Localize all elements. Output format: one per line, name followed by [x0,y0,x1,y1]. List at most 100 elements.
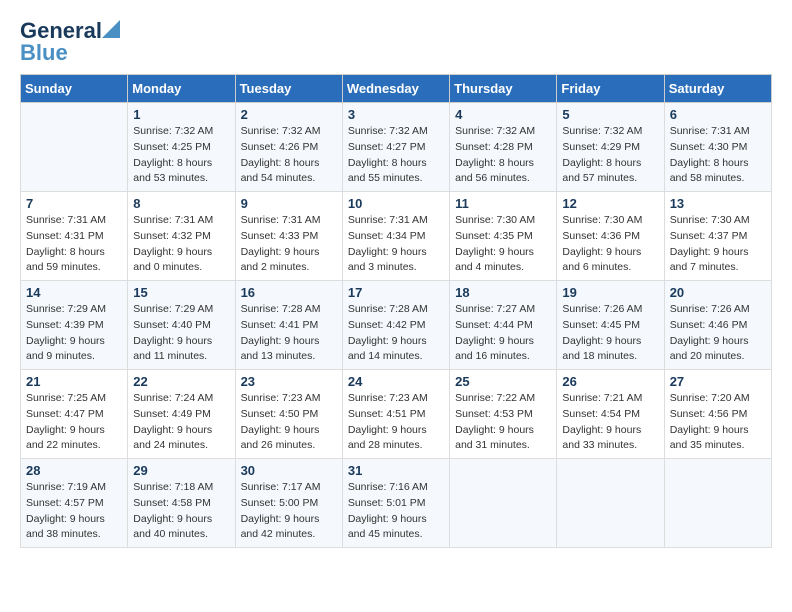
calendar-cell: 19 Sunrise: 7:26 AM Sunset: 4:45 PM Dayli… [557,281,664,370]
calendar-cell [450,459,557,548]
calendar-cell: 2Sunrise: 7:32 AM Sunset: 4:26 PM Daylig… [235,103,342,192]
day-number: 1 [133,107,229,122]
day-info: Sunrise: 7:28 AM Sunset: 4:41 PM Dayligh… [241,302,337,365]
day-number: 16 [241,285,337,300]
day-info: Sunrise: 7:31 AM Sunset: 4:34 PM Dayligh… [348,213,444,276]
calendar-cell: 21Sunrise: 7:25 AM Sunset: 4:47 PM Dayli… [21,370,128,459]
calendar-cell: 16 Sunrise: 7:28 AM Sunset: 4:41 PM Dayli… [235,281,342,370]
calendar-cell: 28 Sunrise: 7:19 AM Sunset: 4:57 PM Dayli… [21,459,128,548]
day-number: 31 [348,463,444,478]
calendar-cell: 27 Sunrise: 7:20 AM Sunset: 4:56 PM Dayli… [664,370,771,459]
header-tuesday: Tuesday [235,75,342,103]
header-saturday: Saturday [664,75,771,103]
calendar-cell: 15 Sunrise: 7:29 AM Sunset: 4:40 PM Dayli… [128,281,235,370]
calendar-cell: 4 Sunrise: 7:32 AM Sunset: 4:28 PM Daylig… [450,103,557,192]
day-number: 8 [133,196,229,211]
day-number: 15 [133,285,229,300]
calendar-cell [557,459,664,548]
day-number: 20 [670,285,766,300]
calendar-cell: 18Sunrise: 7:27 AM Sunset: 4:44 PM Dayli… [450,281,557,370]
day-info: Sunrise: 7:27 AM Sunset: 4:44 PM Dayligh… [455,302,551,365]
calendar-cell [664,459,771,548]
calendar-cell: 8 Sunrise: 7:31 AM Sunset: 4:32 PM Daylig… [128,192,235,281]
day-number: 25 [455,374,551,389]
day-info: Sunrise: 7:32 AM Sunset: 4:29 PM Dayligh… [562,124,658,187]
calendar-week-4: 21Sunrise: 7:25 AM Sunset: 4:47 PM Dayli… [21,370,772,459]
calendar-cell: 12 Sunrise: 7:30 AM Sunset: 4:36 PM Dayli… [557,192,664,281]
day-number: 30 [241,463,337,478]
day-info: Sunrise: 7:29 AM Sunset: 4:39 PM Dayligh… [26,302,122,365]
calendar-cell: 26Sunrise: 7:21 AM Sunset: 4:54 PM Dayli… [557,370,664,459]
calendar-week-2: 7Sunrise: 7:31 AM Sunset: 4:31 PM Daylig… [21,192,772,281]
day-info: Sunrise: 7:20 AM Sunset: 4:56 PM Dayligh… [670,391,766,454]
logo-text: GeneralBlue [20,20,102,64]
day-number: 17 [348,285,444,300]
day-info: Sunrise: 7:32 AM Sunset: 4:28 PM Dayligh… [455,124,551,187]
day-number: 9 [241,196,337,211]
day-info: Sunrise: 7:32 AM Sunset: 4:27 PM Dayligh… [348,124,444,187]
day-number: 6 [670,107,766,122]
day-info: Sunrise: 7:30 AM Sunset: 4:35 PM Dayligh… [455,213,551,276]
day-info: Sunrise: 7:29 AM Sunset: 4:40 PM Dayligh… [133,302,229,365]
day-number: 3 [348,107,444,122]
day-number: 10 [348,196,444,211]
calendar-cell: 29 Sunrise: 7:18 AM Sunset: 4:58 PM Dayli… [128,459,235,548]
day-info: Sunrise: 7:28 AM Sunset: 4:42 PM Dayligh… [348,302,444,365]
calendar-cell [21,103,128,192]
calendar-cell: 10 Sunrise: 7:31 AM Sunset: 4:34 PM Dayli… [342,192,449,281]
day-number: 14 [26,285,122,300]
calendar-week-5: 28 Sunrise: 7:19 AM Sunset: 4:57 PM Dayli… [21,459,772,548]
calendar-table: SundayMondayTuesdayWednesdayThursdayFrid… [20,74,772,548]
calendar-week-3: 14 Sunrise: 7:29 AM Sunset: 4:39 PM Dayli… [21,281,772,370]
page-header: GeneralBlue [20,20,772,64]
day-info: Sunrise: 7:31 AM Sunset: 4:33 PM Dayligh… [241,213,337,276]
calendar-cell: 9 Sunrise: 7:31 AM Sunset: 4:33 PM Daylig… [235,192,342,281]
day-info: Sunrise: 7:19 AM Sunset: 4:57 PM Dayligh… [26,480,122,543]
day-info: Sunrise: 7:26 AM Sunset: 4:45 PM Dayligh… [562,302,658,365]
day-info: Sunrise: 7:26 AM Sunset: 4:46 PM Dayligh… [670,302,766,365]
day-number: 11 [455,196,551,211]
calendar-header-row: SundayMondayTuesdayWednesdayThursdayFrid… [21,75,772,103]
calendar-cell: 1Sunrise: 7:32 AM Sunset: 4:25 PM Daylig… [128,103,235,192]
day-info: Sunrise: 7:22 AM Sunset: 4:53 PM Dayligh… [455,391,551,454]
day-number: 5 [562,107,658,122]
day-number: 19 [562,285,658,300]
day-number: 13 [670,196,766,211]
day-info: Sunrise: 7:30 AM Sunset: 4:36 PM Dayligh… [562,213,658,276]
calendar-cell: 5 Sunrise: 7:32 AM Sunset: 4:29 PM Daylig… [557,103,664,192]
calendar-cell: 24Sunrise: 7:23 AM Sunset: 4:51 PM Dayli… [342,370,449,459]
header-monday: Monday [128,75,235,103]
day-number: 28 [26,463,122,478]
header-sunday: Sunday [21,75,128,103]
day-number: 23 [241,374,337,389]
day-number: 4 [455,107,551,122]
day-number: 29 [133,463,229,478]
calendar-cell: 20 Sunrise: 7:26 AM Sunset: 4:46 PM Dayli… [664,281,771,370]
calendar-cell: 30Sunrise: 7:17 AM Sunset: 5:00 PM Dayli… [235,459,342,548]
logo: GeneralBlue [20,20,102,64]
calendar-cell: 14 Sunrise: 7:29 AM Sunset: 4:39 PM Dayli… [21,281,128,370]
day-info: Sunrise: 7:25 AM Sunset: 4:47 PM Dayligh… [26,391,122,454]
day-info: Sunrise: 7:18 AM Sunset: 4:58 PM Dayligh… [133,480,229,543]
day-info: Sunrise: 7:32 AM Sunset: 4:26 PM Dayligh… [241,124,337,187]
calendar-cell: 11 Sunrise: 7:30 AM Sunset: 4:35 PM Dayli… [450,192,557,281]
day-info: Sunrise: 7:30 AM Sunset: 4:37 PM Dayligh… [670,213,766,276]
calendar-cell: 7Sunrise: 7:31 AM Sunset: 4:31 PM Daylig… [21,192,128,281]
day-number: 27 [670,374,766,389]
day-number: 12 [562,196,658,211]
header-friday: Friday [557,75,664,103]
day-info: Sunrise: 7:24 AM Sunset: 4:49 PM Dayligh… [133,391,229,454]
day-info: Sunrise: 7:31 AM Sunset: 4:31 PM Dayligh… [26,213,122,276]
calendar-cell: 31 Sunrise: 7:16 AM Sunset: 5:01 PM Dayli… [342,459,449,548]
day-info: Sunrise: 7:31 AM Sunset: 4:32 PM Dayligh… [133,213,229,276]
calendar-cell: 25 Sunrise: 7:22 AM Sunset: 4:53 PM Dayli… [450,370,557,459]
calendar-cell: 22 Sunrise: 7:24 AM Sunset: 4:49 PM Dayli… [128,370,235,459]
header-wednesday: Wednesday [342,75,449,103]
day-number: 26 [562,374,658,389]
calendar-cell: 6Sunrise: 7:31 AM Sunset: 4:30 PM Daylig… [664,103,771,192]
day-info: Sunrise: 7:16 AM Sunset: 5:01 PM Dayligh… [348,480,444,543]
calendar-cell: 17 Sunrise: 7:28 AM Sunset: 4:42 PM Dayli… [342,281,449,370]
calendar-cell: 13 Sunrise: 7:30 AM Sunset: 4:37 PM Dayli… [664,192,771,281]
day-number: 22 [133,374,229,389]
header-thursday: Thursday [450,75,557,103]
